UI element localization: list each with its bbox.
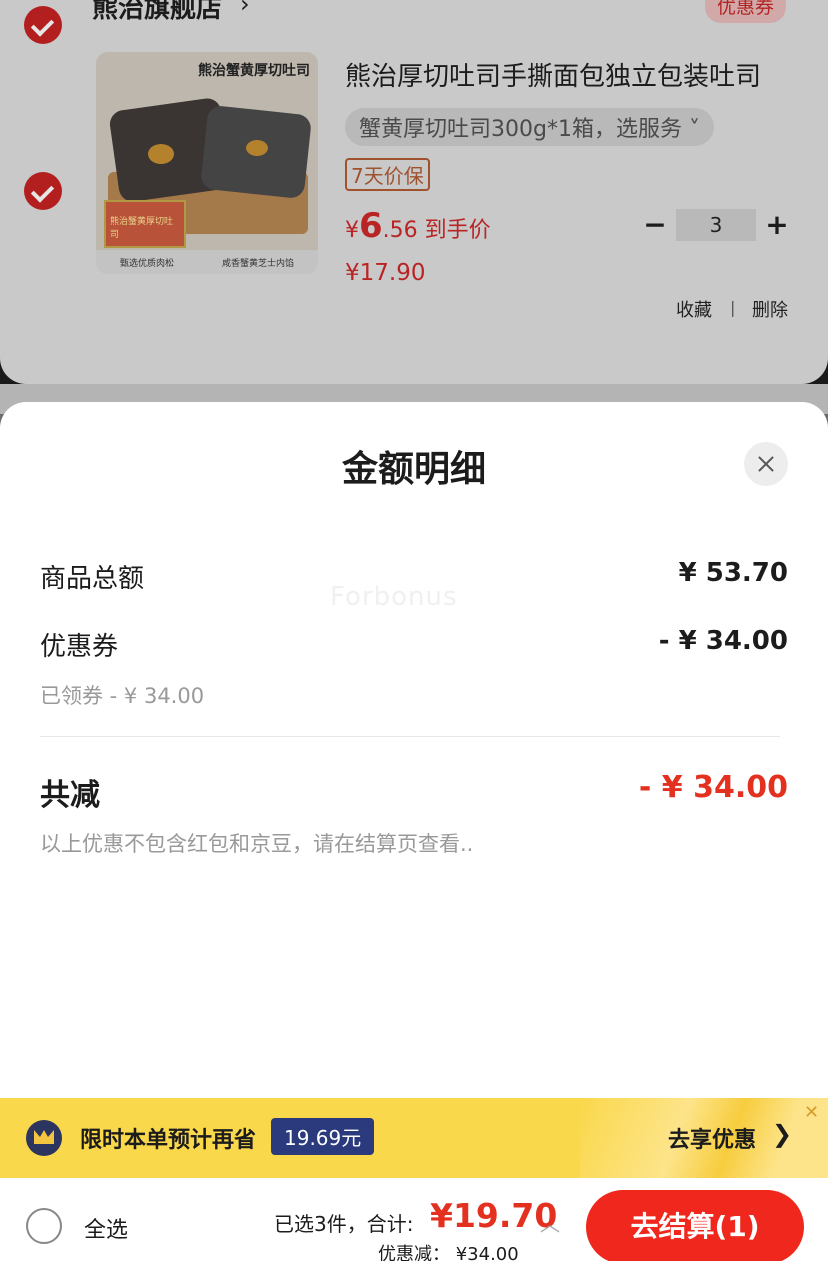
goods-total-label: 商品总额 bbox=[40, 564, 145, 594]
checkout-bar: 全选 已选3件，合计: ¥19.70 ︿ 优惠减： ¥34.00 去结算(1) bbox=[0, 1178, 828, 1261]
quantity-input[interactable]: 3 bbox=[676, 208, 756, 241]
crown-icon bbox=[26, 1120, 62, 1156]
price-protect-tag: 7天价保 bbox=[345, 158, 430, 191]
price-integer: 6 bbox=[359, 206, 383, 246]
goods-total-value: ¥ 53.70 bbox=[678, 558, 788, 588]
promo-bar[interactable]: 限时本单预计再省 19.69元 去享优惠 ❯ ✕ bbox=[0, 1098, 828, 1178]
image-filling bbox=[148, 144, 174, 164]
checkout-button[interactable]: 去结算(1) bbox=[586, 1190, 804, 1261]
coupon-note: 已领券 - ¥ 34.00 bbox=[40, 684, 205, 708]
chevron-right-icon[interactable]: ❯ bbox=[772, 1120, 792, 1148]
select-all-radio[interactable] bbox=[26, 1208, 62, 1244]
action-separator: | bbox=[730, 298, 736, 317]
discount-text: 优惠减： ¥34.00 bbox=[378, 1244, 519, 1261]
reduced-label: 共减 bbox=[40, 778, 100, 813]
select-all-label[interactable]: 全选 bbox=[84, 1212, 128, 1244]
sheet-title: 金额明细 bbox=[341, 449, 486, 490]
store-card: 熊治旗舰店 › 优惠券 熊治蟹黄厚切吐司 熊治蟹黄厚切吐司 甄选优质肉松 咸香蟹… bbox=[0, 0, 828, 384]
delete-button[interactable]: 删除 bbox=[752, 296, 788, 322]
image-package: 熊治蟹黄厚切吐司 bbox=[104, 200, 186, 248]
divider bbox=[40, 736, 780, 737]
reduced-value: - ¥ 34.00 bbox=[638, 770, 788, 805]
image-foot-left: 甄选优质肉松 bbox=[119, 258, 174, 269]
coupon-label: 优惠券 bbox=[40, 632, 119, 662]
image-title: 熊治蟹黄厚切吐司 bbox=[198, 63, 310, 79]
store-name[interactable]: 熊治旗舰店 bbox=[92, 0, 222, 25]
price-decimal: .56 到手价 bbox=[382, 218, 491, 243]
watermark: Forbonus bbox=[330, 582, 458, 612]
close-icon[interactable] bbox=[744, 442, 788, 486]
promo-text: 限时本单预计再省 bbox=[80, 1128, 257, 1153]
promo-close-icon[interactable]: ✕ bbox=[804, 1102, 819, 1123]
quantity-stepper: − 3 + bbox=[640, 208, 792, 241]
spec-selector[interactable]: 蟹黄厚切吐司300g*1箱，选服务 ˅ bbox=[345, 108, 714, 146]
original-price: ¥17.90 bbox=[345, 260, 426, 286]
store-arrow-icon[interactable]: › bbox=[240, 0, 250, 18]
item-check-icon[interactable] bbox=[24, 172, 62, 210]
final-price: ¥6.56 到手价 bbox=[345, 206, 491, 246]
favorite-button[interactable]: 收藏 bbox=[676, 296, 712, 322]
store-coupon-button[interactable]: 优惠券 bbox=[704, 0, 786, 23]
promo-link[interactable]: 去享优惠 bbox=[668, 1122, 756, 1154]
plus-button[interactable]: + bbox=[762, 208, 792, 241]
cart-background: 熊治旗舰店 › 优惠券 熊治蟹黄厚切吐司 熊治蟹黄厚切吐司 甄选优质肉松 咸香蟹… bbox=[0, 0, 828, 414]
image-filling bbox=[246, 140, 268, 156]
price-currency: ¥ bbox=[345, 218, 359, 243]
image-box-text: 熊治蟹黄厚切吐司 bbox=[110, 217, 174, 240]
coupon-value: - ¥ 34.00 bbox=[658, 626, 788, 656]
product-image[interactable]: 熊治蟹黄厚切吐司 熊治蟹黄厚切吐司 甄选优质肉松 咸香蟹黄芝士内馅 bbox=[96, 52, 318, 274]
store-check-icon[interactable] bbox=[24, 6, 62, 44]
footnote: 以上优惠不包含红包和京豆，请在结算页查看.. bbox=[40, 832, 474, 856]
image-foot-right: 咸香蟹黄芝士内馅 bbox=[221, 258, 294, 269]
summary-total: ¥19.70 bbox=[430, 1196, 558, 1235]
minus-button[interactable]: − bbox=[640, 208, 670, 241]
promo-savings-badge: 19.69元 bbox=[271, 1118, 375, 1155]
caret-up-icon[interactable]: ︿ bbox=[540, 1208, 560, 1237]
summary-label: 已选3件，合计: bbox=[274, 1212, 414, 1236]
product-title[interactable]: 熊治厚切吐司手撕面包独立包装吐司 bbox=[345, 56, 761, 93]
image-footer: 甄选优质肉松 咸香蟹黄芝士内馅 bbox=[96, 250, 318, 274]
